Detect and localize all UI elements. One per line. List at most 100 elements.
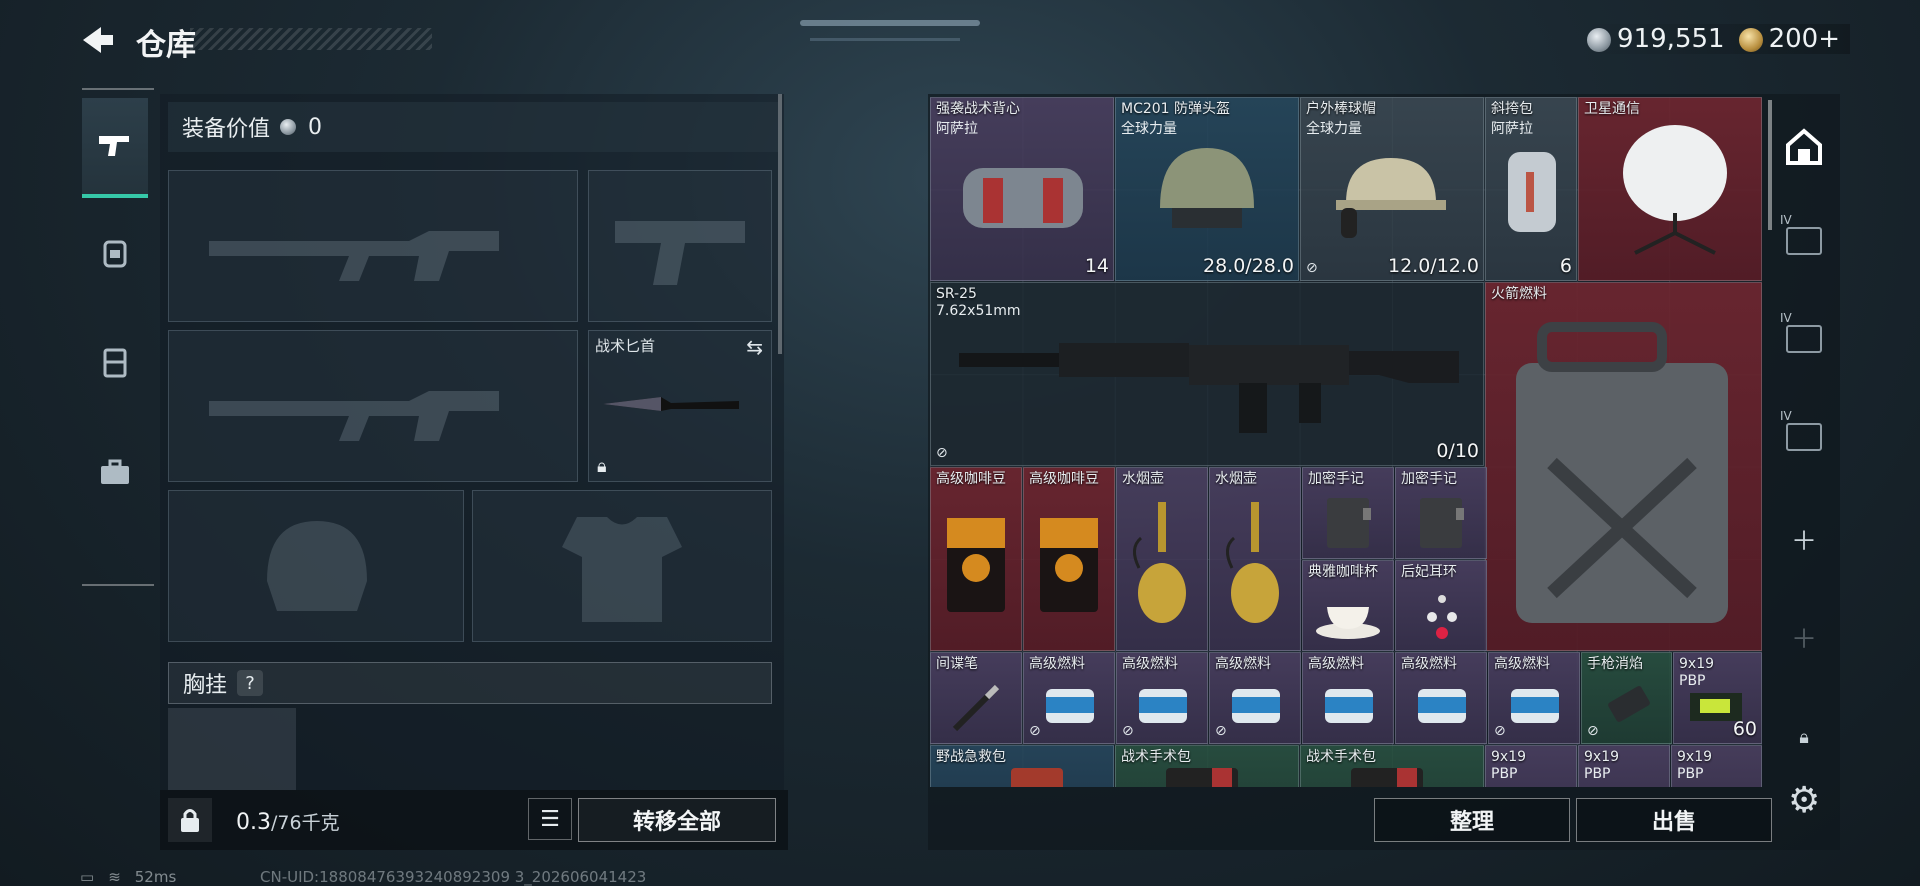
ping-value: 52ms [134,868,177,886]
lock-button[interactable] [168,798,212,842]
item-count: 60 [1732,718,1757,740]
pistol-icon [99,136,129,156]
back-button[interactable] [80,22,116,58]
help-icon[interactable]: ? [237,670,264,696]
stash-item[interactable]: 间谍笔 [930,652,1022,744]
stash-item[interactable]: 卫星通信 [1578,97,1762,281]
stash-item[interactable]: 9x19 PBP 60 [1673,652,1762,744]
stash-icon [1786,128,1822,165]
stash-item[interactable]: 斜挎包 阿萨拉 6 [1485,97,1577,281]
no-insure-icon: ⊘ [1122,723,1134,739]
sell-button[interactable]: 出售 [1576,798,1772,842]
armor-slot[interactable] [472,490,772,642]
item-name: 高级燃料 [1215,656,1271,672]
fuel-tin-icon [1511,689,1559,723]
chest-rig-slot[interactable] [168,708,296,790]
no-insure-icon: ⊘ [1587,723,1599,739]
melee-slot[interactable]: 战术匕首 ⇆ 🔒︎ [588,330,772,482]
item-durability: 12.0/12.0 [1387,255,1479,277]
storage-box-button[interactable] [1776,206,1832,276]
stash-item[interactable]: 加密手记 [1302,467,1394,559]
silver-coin-icon [1587,27,1612,52]
sidearm-slot[interactable] [588,170,772,322]
vest-icon [963,168,1083,228]
stash-item[interactable]: 高级咖啡豆 [930,467,1022,651]
stash-item[interactable]: 强袭战术背心 阿萨拉 14 [930,97,1114,281]
stash-item[interactable]: 加密手记 [1395,467,1487,559]
storage-box-button[interactable] [1776,304,1832,374]
rifle-icon [959,343,1459,433]
tab-case[interactable] [82,418,148,528]
stash-item[interactable]: 9x19 PBP [1578,745,1670,787]
tab-vest[interactable] [82,308,148,418]
stash-item[interactable]: SR-25 7.62x51mm ⊘ 0/10 [930,282,1484,466]
stash-item[interactable]: 高级燃料 [1302,652,1394,744]
primary-weapon-slot[interactable] [168,170,578,322]
stash-item[interactable]: 水烟壶 [1209,467,1301,651]
briefcase-icon [101,459,129,484]
stash-item[interactable]: 高级燃料 ⊘ [1209,652,1301,744]
stash-item[interactable]: 火箭燃料 [1485,282,1762,651]
stash-item[interactable]: 战术手术包 [1300,745,1484,787]
helmet-slot[interactable] [168,490,464,642]
stash-scrollbar[interactable] [1768,100,1772,230]
lock-icon [181,809,199,832]
first-aid-icon [1011,768,1063,787]
tab-backpack[interactable] [82,198,148,308]
stash-item[interactable]: 高级燃料 ⊘ [1488,652,1580,744]
weight-display: 0.3/76千克 [236,808,340,835]
tab-weapons[interactable] [82,98,148,198]
silver-currency[interactable]: 919,551 [1587,24,1725,54]
stash-item[interactable]: 高级燃料 [1395,652,1487,744]
settings-button[interactable]: ⚙ [1788,780,1820,821]
stash-item[interactable]: 高级咖啡豆 [1023,467,1115,651]
swap-icon[interactable]: ⇆ [746,335,763,359]
add-storage-button[interactable]: ＋ [1776,504,1832,574]
chest-rig-header[interactable]: 胸挂 ? [168,662,772,704]
item-name: 间谍笔 [936,656,978,672]
sort-button[interactable]: 整理 [1374,798,1570,842]
equipment-tabs [82,88,154,588]
vest-icon [103,348,127,378]
item-count: 14 [1084,255,1109,277]
title-decoration [190,28,432,50]
no-insure-icon: ⊘ [1494,723,1506,739]
stash-item[interactable]: MC201 防弹头盔 全球力量 28.0/28.0 [1115,97,1299,281]
flash-hider-icon [1608,686,1650,722]
item-name: 高级燃料 [1122,656,1178,672]
stash-item[interactable]: 9x19 PBP [1671,745,1762,787]
item-name: 水烟壶 [1122,471,1164,487]
stash-item[interactable]: 野战急救包 [930,745,1114,787]
gold-currency[interactable]: 200+ [1738,24,1840,54]
equipment-scrollbar[interactable] [778,94,782,354]
item-name: 卫星通信 [1584,101,1640,117]
page-title: 仓库 [136,28,196,63]
item-name: 强袭战术背心 [936,101,1020,117]
secondary-weapon-slot[interactable] [168,330,578,482]
item-subname: PBP [1491,766,1518,782]
add-storage-button[interactable]: ＋ [1776,602,1832,672]
stash-item[interactable]: 户外棒球帽 全球力量 ⊘ 12.0/12.0 [1300,97,1484,281]
item-name: 后妃耳环 [1401,564,1457,580]
stash-item[interactable]: 高级燃料 ⊘ [1023,652,1115,744]
storage-box-button[interactable] [1776,402,1832,472]
stash-item[interactable]: 高级燃料 ⊘ [1116,652,1208,744]
item-name: 高级咖啡豆 [936,471,1006,487]
stash-home-button[interactable] [1776,112,1832,182]
transfer-all-button[interactable]: 转移全部 [578,798,776,842]
item-name: 加密手记 [1401,471,1457,487]
notebook-icon [1327,498,1371,548]
stash-item[interactable]: 战术手术包 [1115,745,1299,787]
battery-icon: ▭ [80,868,95,886]
weight-current: 0.3 [236,810,271,835]
stash-item[interactable]: 9x19 PBP [1485,745,1577,787]
stash-item[interactable]: 典雅咖啡杯 [1302,560,1394,651]
stash-item[interactable]: 手枪消焰 ⊘ [1581,652,1672,744]
list-view-button[interactable]: ☰ [528,798,572,840]
equipment-value-bar: 装备价值 0 [168,102,778,152]
lock-icon: 🔒︎ [597,456,607,477]
stash-item[interactable]: 水烟壶 [1116,467,1208,651]
stash-item[interactable]: 后妃耳环 [1395,560,1487,651]
coffee-bag-icon [947,518,1005,612]
hookah-icon [1226,502,1279,623]
